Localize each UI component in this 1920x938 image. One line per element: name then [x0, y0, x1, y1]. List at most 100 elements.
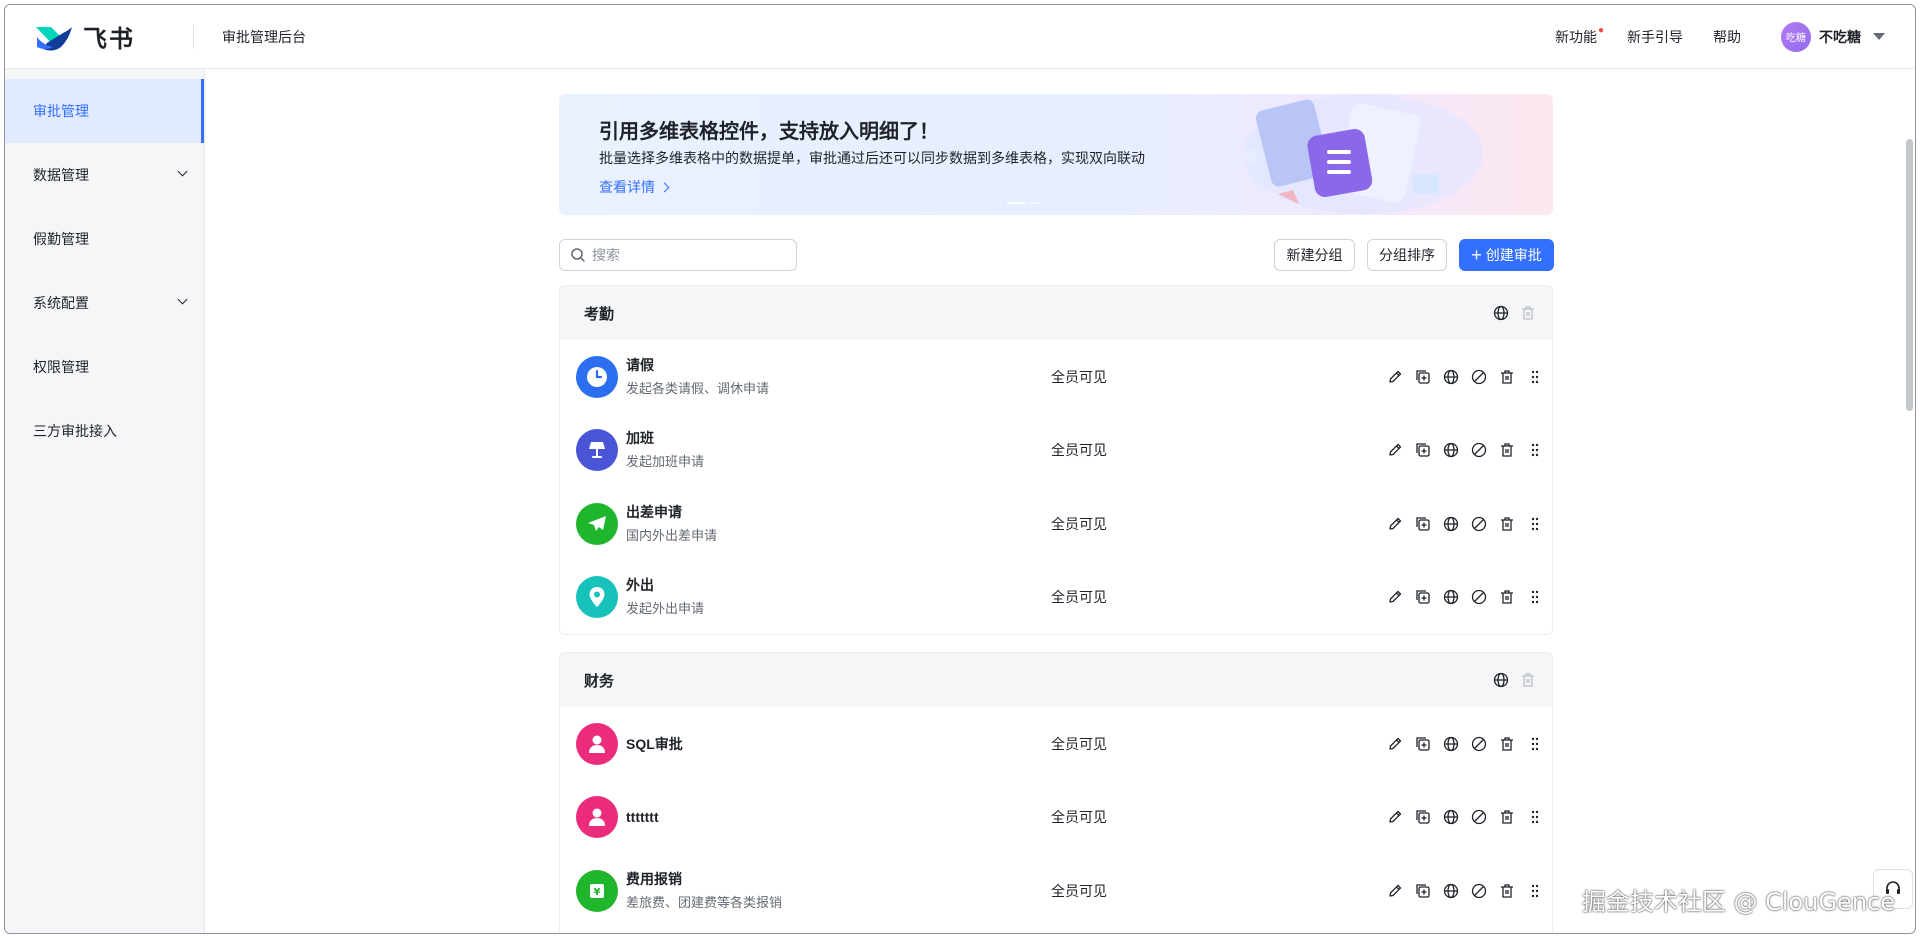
group-tools	[1492, 672, 1536, 689]
approval-name: 请假	[626, 356, 654, 373]
sort-groups-button[interactable]: 分组排序	[1367, 239, 1447, 271]
new-features-link[interactable]: 新功能 ●	[1555, 25, 1604, 47]
approval-row-leave[interactable]: 请假 发起各类请假、调休申请 全员可见	[560, 340, 1552, 414]
globe-icon[interactable]	[1442, 589, 1459, 606]
edit-icon[interactable]	[1386, 368, 1403, 385]
globe-icon[interactable]	[1442, 368, 1459, 385]
person-icon	[576, 722, 618, 765]
clock-icon	[576, 355, 618, 398]
edit-icon[interactable]	[1386, 442, 1403, 459]
row-tools	[1386, 368, 1543, 385]
group-rows: SQL审批 全员可见 ttttttt 全员可见 ¥ 费用报销 差旅费、团建费等各…	[560, 707, 1552, 928]
copy-icon[interactable]	[1414, 882, 1431, 899]
logo[interactable]: 飞书	[33, 19, 135, 54]
trash-icon[interactable]	[1498, 368, 1515, 385]
disable-icon[interactable]	[1470, 735, 1487, 752]
drag-handle-icon[interactable]	[1526, 515, 1543, 532]
approval-desc: 差旅费、团建费等各类报销	[626, 894, 783, 910]
globe-icon[interactable]	[1492, 672, 1509, 689]
visibility-label: 全员可见	[1051, 589, 1107, 606]
carousel-dot[interactable]	[1029, 202, 1041, 204]
copy-icon[interactable]	[1414, 809, 1431, 826]
disable-icon[interactable]	[1470, 368, 1487, 385]
drag-handle-icon[interactable]	[1526, 882, 1543, 899]
trash-icon[interactable]	[1498, 735, 1515, 752]
top-header: 飞书 审批管理后台 新功能 ● 新手引导 帮助 吃糖 不吃糖	[5, 5, 1915, 69]
trash-icon[interactable]	[1498, 515, 1515, 532]
drag-handle-icon[interactable]	[1526, 368, 1543, 385]
globe-icon[interactable]	[1442, 882, 1459, 899]
new-group-button[interactable]: 新建分组	[1274, 239, 1355, 271]
group-title: 财务	[584, 672, 615, 690]
approval-name: 加班	[626, 430, 654, 447]
globe-icon[interactable]	[1442, 809, 1459, 826]
approval-row-overtime[interactable]: 加班 发起加班申请 全员可见	[560, 414, 1552, 488]
row-tools	[1386, 442, 1543, 459]
carousel-dot[interactable]	[1007, 202, 1025, 204]
edit-icon[interactable]	[1386, 809, 1403, 826]
search-box[interactable]	[559, 239, 797, 271]
disable-icon[interactable]	[1470, 515, 1487, 532]
trash-icon[interactable]	[1498, 809, 1515, 826]
edit-icon[interactable]	[1386, 515, 1403, 532]
globe-icon[interactable]	[1442, 735, 1459, 752]
drag-handle-icon[interactable]	[1526, 442, 1543, 459]
group-header: 考勤	[560, 286, 1552, 340]
sidebar-item-leave-attendance[interactable]: 假勤管理	[5, 207, 204, 271]
copy-icon[interactable]	[1414, 442, 1431, 459]
sidebar-item-permission[interactable]: 权限管理	[5, 335, 204, 399]
console-title: 审批管理后台	[222, 28, 306, 45]
approval-desc: 发起加班申请	[626, 454, 705, 470]
sidebar-item-data-management[interactable]: 数据管理	[5, 143, 204, 207]
sidebar-item-approval-management[interactable]: 审批管理	[5, 79, 204, 143]
airplane-icon	[576, 502, 618, 545]
banner-illustration-icon	[1243, 94, 1483, 214]
disable-icon[interactable]	[1470, 809, 1487, 826]
copy-icon[interactable]	[1414, 515, 1431, 532]
approval-desc: 发起各类请假、调休申请	[626, 380, 770, 396]
globe-icon[interactable]	[1492, 305, 1509, 322]
row-tools	[1386, 515, 1543, 532]
approval-row-outing[interactable]: 外出 发起外出申请 全员可见	[560, 561, 1552, 635]
edit-icon[interactable]	[1386, 735, 1403, 752]
edit-icon[interactable]	[1386, 589, 1403, 606]
drag-handle-icon[interactable]	[1526, 735, 1543, 752]
copy-icon[interactable]	[1414, 368, 1431, 385]
sidebar-item-label: 系统配置	[33, 295, 89, 311]
sidebar-item-third-party[interactable]: 三方审批接入	[5, 399, 204, 463]
banner-detail-link[interactable]: 查看详情	[599, 177, 670, 197]
vertical-scrollbar[interactable]	[1906, 139, 1913, 411]
approval-row-sql[interactable]: SQL审批 全员可见	[560, 707, 1552, 781]
drag-handle-icon[interactable]	[1526, 809, 1543, 826]
globe-icon[interactable]	[1442, 442, 1459, 459]
approval-name: SQL审批	[626, 735, 683, 752]
edit-icon[interactable]	[1386, 882, 1403, 899]
trash-icon[interactable]	[1498, 589, 1515, 606]
banner-link-label: 查看详情	[599, 179, 655, 195]
approval-row-tttt[interactable]: ttttttt 全员可见	[560, 781, 1552, 855]
globe-icon[interactable]	[1442, 515, 1459, 532]
trash-icon	[1519, 672, 1536, 689]
guide-link[interactable]: 新手引导	[1627, 27, 1683, 47]
chevron-right-icon	[659, 182, 670, 193]
help-link[interactable]: 帮助	[1713, 27, 1741, 47]
sidebar-item-system-config[interactable]: 系统配置	[5, 271, 204, 335]
trash-icon[interactable]	[1498, 442, 1515, 459]
disable-icon[interactable]	[1470, 589, 1487, 606]
disable-icon[interactable]	[1470, 882, 1487, 899]
promo-banner[interactable]: 引用多维表格控件，支持放入明细了！ 批量选择多维表格中的数据提单，审批通过后还可…	[559, 94, 1553, 215]
copy-icon[interactable]	[1414, 735, 1431, 752]
trash-icon[interactable]	[1498, 882, 1515, 899]
drag-handle-icon[interactable]	[1526, 589, 1543, 606]
disable-icon[interactable]	[1470, 442, 1487, 459]
approval-text: 加班 发起加班申请	[626, 428, 704, 472]
sidebar-item-label: 假勤管理	[33, 231, 89, 247]
caret-down-icon	[1873, 33, 1885, 40]
carousel-dots[interactable]	[1007, 202, 1041, 204]
copy-icon[interactable]	[1414, 589, 1431, 606]
approval-row-business-trip[interactable]: 出差申请 国内外出差申请 全员可见	[560, 487, 1552, 561]
create-approval-button[interactable]: + 创建审批	[1459, 239, 1554, 271]
approval-row-expense[interactable]: ¥ 费用报销 差旅费、团建费等各类报销 全员可见	[560, 854, 1552, 928]
user-menu[interactable]: 吃糖 不吃糖	[1781, 21, 1885, 52]
search-input[interactable]	[592, 247, 782, 263]
